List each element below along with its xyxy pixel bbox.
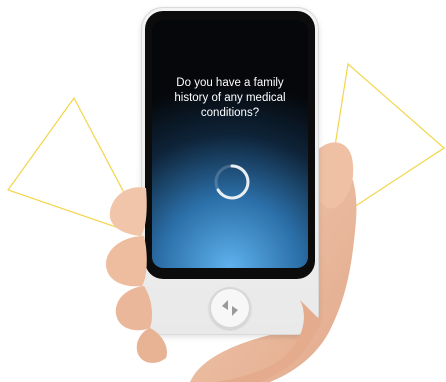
home-button[interactable] bbox=[209, 287, 251, 329]
product-image: Do you have a family history of any medi… bbox=[0, 0, 446, 382]
right-yellow-triangle bbox=[321, 62, 445, 230]
loading-spinner-icon bbox=[214, 164, 250, 200]
question-text: Do you have a family history of any medi… bbox=[174, 77, 286, 119]
translator-device: Do you have a family history of any medi… bbox=[141, 7, 319, 335]
left-yellow-triangle bbox=[7, 96, 150, 240]
device-screen: Do you have a family history of any medi… bbox=[152, 20, 308, 268]
translate-arrows-icon bbox=[222, 300, 238, 316]
screen-bezel: Do you have a family history of any medi… bbox=[145, 11, 315, 279]
